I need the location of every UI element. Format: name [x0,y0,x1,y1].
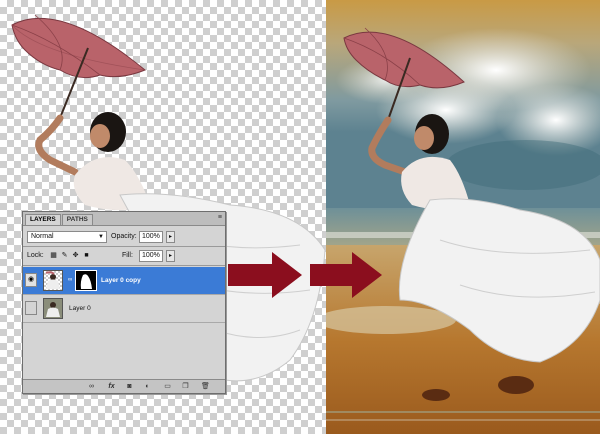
lock-label: Lock: [27,252,44,259]
opacity-label: Opacity: [111,233,137,240]
layers-panel: LAYERS PATHS ≡ Normal ▼ Opacity: 100% ▸ … [22,211,226,394]
umbrella-right [343,27,465,121]
trash-icon[interactable]: 🗑 [201,382,210,391]
lock-move-icon[interactable]: ✥ [71,251,80,260]
fill-field[interactable]: 100% [139,250,163,262]
layer-name: Layer 0 [69,305,91,312]
girl-right [368,114,600,363]
visibility-toggle[interactable] [25,301,37,315]
layer-thumbnail [43,298,63,319]
fx-icon[interactable]: fx [107,382,116,391]
lock-paint-icon[interactable]: ✎ [60,251,69,260]
fill-slider-button[interactable]: ▸ [166,250,175,262]
fill-label: Fill: [122,252,133,259]
panel-menu-icon[interactable]: ≡ [218,214,222,221]
blend-opacity-row: Normal ▼ Opacity: 100% ▸ [27,231,221,243]
blend-mode-value: Normal [31,233,54,240]
layer-name: Layer 0 copy [101,277,141,284]
blend-mode-select[interactable]: Normal ▼ [27,231,107,243]
layer-thumbnail [43,270,63,291]
arrow-right-icon [228,252,302,298]
group-folder-icon[interactable]: ▭ [163,382,172,391]
link-icon[interactable]: ∞ [87,382,96,391]
opacity-slider-button[interactable]: ▸ [166,231,175,243]
arrow-right-icon [310,252,382,298]
chevron-down-icon: ▼ [98,234,104,240]
lock-all-icon[interactable]: ■ [82,251,91,260]
opacity-field[interactable]: 100% [139,231,163,243]
tutorial-composite: LAYERS PATHS ≡ Normal ▼ Opacity: 100% ▸ … [0,0,600,434]
adjustment-icon[interactable]: ◐ [143,382,152,391]
tab-layers[interactable]: LAYERS [25,214,61,225]
tab-paths[interactable]: PATHS [61,214,93,225]
umbrella-left [11,14,146,119]
layer-mask-thumbnail[interactable] [75,270,97,291]
lock-transparency-icon[interactable]: ▦ [49,251,58,260]
eye-icon[interactable]: ◉ [25,273,37,287]
panel-footer: ∞ fx ◙ ◐ ▭ ❐ 🗑 [23,379,225,393]
divider [23,265,225,266]
link-icon[interactable]: ∞ [68,277,72,283]
new-layer-icon[interactable]: ❐ [181,382,190,391]
lock-fill-row: Lock: ▦ ✎ ✥ ■ Fill: 100% ▸ [27,250,221,262]
layer-row-layer-0[interactable]: Layer 0 [23,295,225,323]
panel-tab-bar: LAYERS PATHS [23,212,225,226]
add-mask-icon[interactable]: ◙ [125,382,134,391]
divider [23,246,225,247]
layer-row-layer-0-copy[interactable]: ◉ ∞ Layer 0 copy [23,267,225,295]
